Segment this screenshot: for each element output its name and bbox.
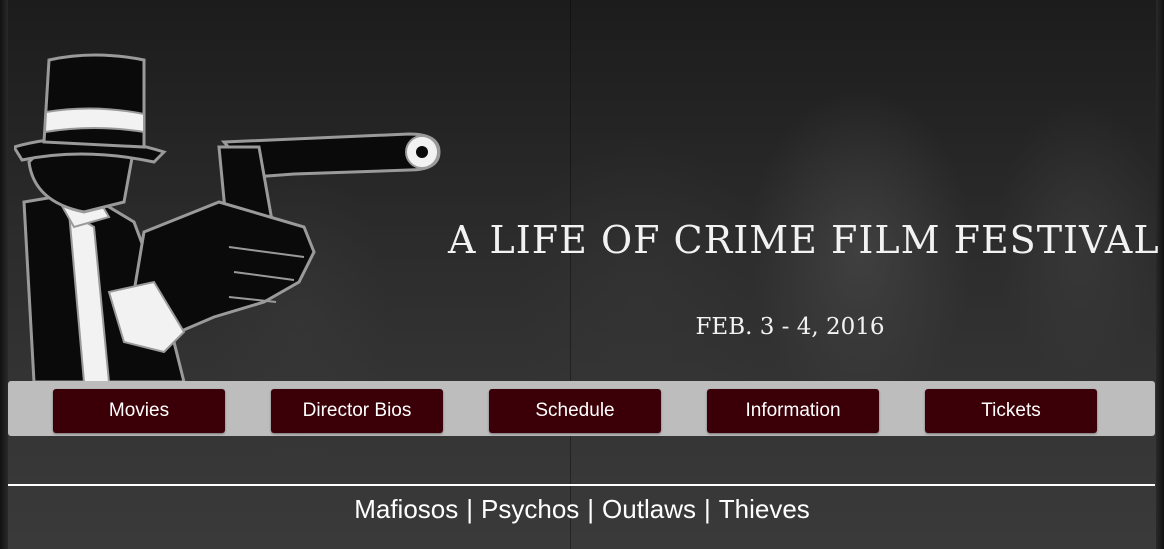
category-separator: | [466, 494, 474, 524]
main-nav: Movies Director Bios Schedule Informatio… [8, 381, 1155, 436]
category-separator: | [703, 494, 711, 524]
background-seam [570, 0, 571, 549]
festival-date: FEB. 3 - 4, 2016 [695, 314, 885, 340]
category-separator: | [587, 494, 595, 524]
gangster-with-gun-icon [14, 53, 441, 382]
divider [8, 484, 1155, 486]
nav-schedule-button[interactable]: Schedule [489, 389, 661, 433]
nav-movies-button[interactable]: Movies [53, 389, 225, 433]
page-title: A LIFE OF CRIME FILM FESTIVAL [448, 218, 1160, 262]
category-thieves[interactable]: Thieves [719, 494, 810, 524]
category-psychos[interactable]: Psychos [481, 494, 579, 524]
category-outlaws[interactable]: Outlaws [602, 494, 696, 524]
category-links: Mafiosos | Psychos | Outlaws | Thieves [0, 494, 1164, 525]
category-mafiosos[interactable]: Mafiosos [354, 494, 458, 524]
background-edge-right [1156, 0, 1164, 549]
nav-information-button[interactable]: Information [707, 389, 879, 433]
background-edge-left [0, 0, 8, 549]
nav-director-bios-button[interactable]: Director Bios [271, 389, 443, 433]
nav-tickets-button[interactable]: Tickets [925, 389, 1097, 433]
